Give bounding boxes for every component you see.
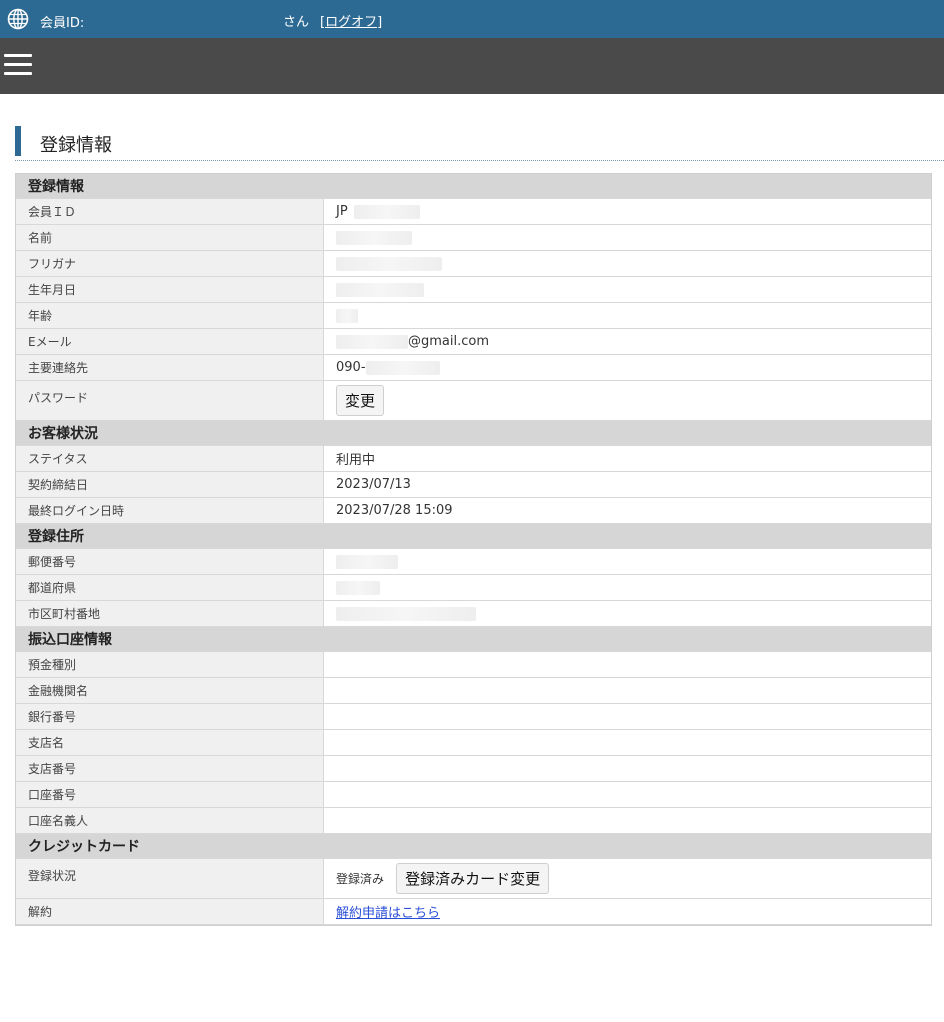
card-registered-text: 登録済み [336,872,385,886]
table-row: 口座名義人 [16,808,931,834]
card-status-value: 登録済み 登録済みカード変更 [324,859,931,899]
row-label: 金融機関名 [16,678,324,704]
row-label: 生年月日 [16,277,324,303]
table-row: パスワード 変更 [16,381,931,421]
cancel-request-link[interactable]: 解約申請はこちら [336,906,440,921]
row-label: 解約 [16,899,324,925]
table-row: フリガナ [16,251,931,277]
branch-name-value [324,730,931,756]
birthdate-value [324,277,931,303]
table-row: 銀行番号 [16,704,931,730]
last-login-value: 2023/07/28 15:09 [324,498,931,524]
table-row: 最終ログイン日時 2023/07/28 15:09 [16,498,931,524]
section-heading: 登録情報 [15,126,944,161]
phone-value: 090- [324,355,931,381]
table-row: Eメール @gmail.com [16,329,931,355]
registration-info-table: 登録情報 会員ＩＤ JP 名前 フリガナ 生年月日 年齢 Eメール @gmail… [15,173,932,926]
row-label: 年齢 [16,303,324,329]
contract-date-value: 2023/07/13 [324,472,931,498]
branch-code-value [324,756,931,782]
row-label: 都道府県 [16,575,324,601]
change-card-button[interactable]: 登録済みカード変更 [396,863,550,894]
top-bar: 会員ID: さん [ログオフ] [0,0,944,38]
table-row: 都道府県 [16,575,931,601]
row-label: 最終ログイン日時 [16,498,324,524]
hamburger-menu-icon[interactable] [4,54,32,76]
table-row: 郵便番号 [16,549,931,575]
globe-icon[interactable] [7,8,29,30]
table-row: 年齢 [16,303,931,329]
name-value [324,225,931,251]
row-label: 名前 [16,225,324,251]
row-label: ステイタス [16,446,324,472]
row-label: 契約締結日 [16,472,324,498]
row-label: パスワード [16,381,324,421]
row-label: フリガナ [16,251,324,277]
age-value [324,303,931,329]
table-row: 金融機関名 [16,678,931,704]
masked-value [336,580,380,595]
table-row: 主要連絡先 090- [16,355,931,381]
table-row: 市区町村番地 [16,601,931,627]
masked-value [336,230,412,245]
masked-value [336,334,408,349]
masked-value [336,282,424,297]
group-header-customer-status: お客様状況 [16,421,931,446]
password-value: 変更 [324,381,931,421]
cancel-value: 解約申請はこちら [324,899,931,925]
member-id-value: JP [324,199,931,225]
page-title: 登録情報 [40,135,112,156]
honorific-san: さん [283,15,310,30]
table-row: 口座番号 [16,782,931,808]
bank-code-value [324,704,931,730]
change-password-button[interactable]: 変更 [336,385,385,416]
row-label: 預金種別 [16,652,324,678]
row-label: Eメール [16,329,324,355]
city-value [324,601,931,627]
email-value: @gmail.com [324,329,931,355]
postal-value [324,549,931,575]
table-row: 名前 [16,225,931,251]
masked-value [336,308,358,323]
table-row: 解約 解約申請はこちら [16,899,931,925]
group-header-bank: 振込口座情報 [16,627,931,652]
logoff-link[interactable]: [ログオフ] [320,11,382,30]
row-label: 市区町村番地 [16,601,324,627]
table-row: ステイタス 利用中 [16,446,931,472]
group-header-address: 登録住所 [16,524,931,549]
furigana-value [324,251,931,277]
row-label: 口座名義人 [16,808,324,834]
table-row: 生年月日 [16,277,931,303]
row-label: 会員ＩＤ [16,199,324,225]
masked-value [336,606,476,621]
masked-value [365,360,440,375]
nav-bar [0,38,944,94]
row-label: 口座番号 [16,782,324,808]
row-label: 登録状況 [16,859,324,899]
table-row: 預金種別 [16,652,931,678]
bank-name-value [324,678,931,704]
table-row: 契約締結日 2023/07/13 [16,472,931,498]
heading-accent-bar [15,126,21,156]
account-holder-value [324,808,931,834]
row-label: 主要連絡先 [16,355,324,381]
table-row: 登録状況 登録済み 登録済みカード変更 [16,859,931,899]
group-header-credit-card: クレジットカード [16,834,931,859]
row-label: 銀行番号 [16,704,324,730]
row-label: 郵便番号 [16,549,324,575]
table-row: 支店名 [16,730,931,756]
group-header-registration: 登録情報 [16,174,931,199]
row-label: 支店名 [16,730,324,756]
member-id-label: 会員ID: [40,16,85,31]
account-number-value [324,782,931,808]
status-value: 利用中 [324,446,931,472]
prefecture-value [324,575,931,601]
row-label: 支店番号 [16,756,324,782]
table-row: 会員ＩＤ JP [16,199,931,225]
masked-value [336,554,398,569]
table-row: 支店番号 [16,756,931,782]
masked-value [336,256,442,271]
masked-value [353,204,420,219]
deposit-type-value [324,652,931,678]
